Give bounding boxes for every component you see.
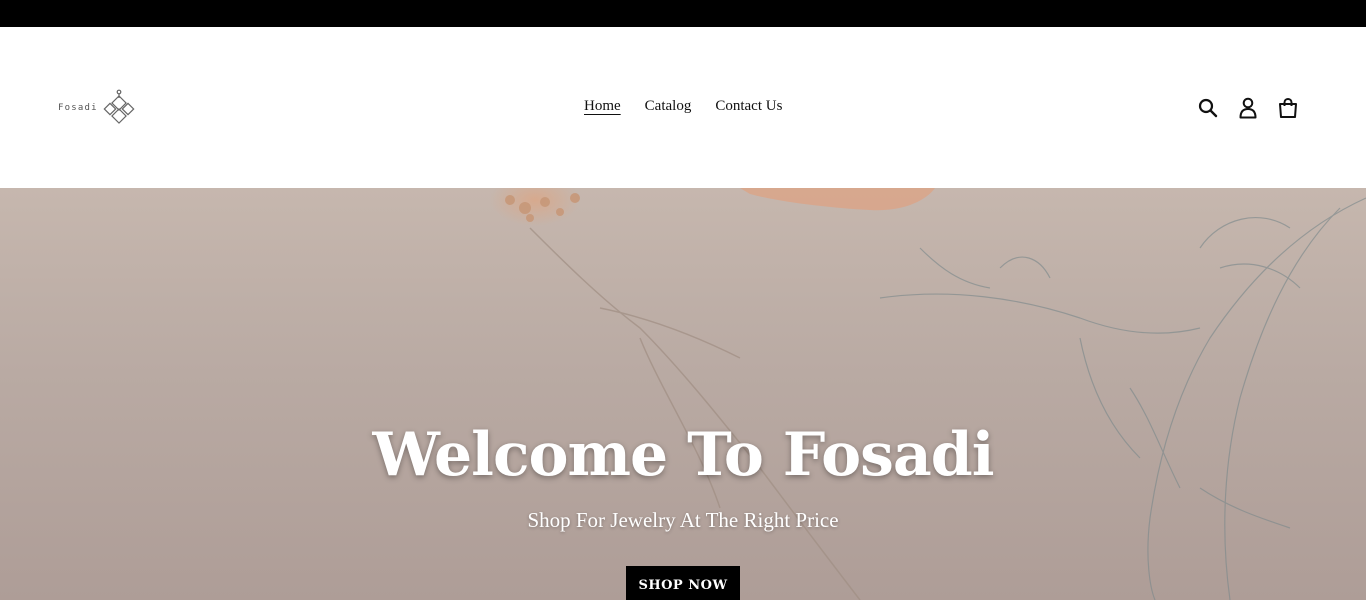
hero-banner: Welcome To Fosadi Shop For Jewelry At Th… bbox=[0, 188, 1366, 600]
search-icon[interactable] bbox=[1196, 96, 1220, 120]
site-logo[interactable]: Fosadi bbox=[58, 89, 138, 127]
hero-subtitle: Shop For Jewelry At The Right Price bbox=[527, 508, 839, 532]
shop-now-button[interactable]: SHOP NOW bbox=[626, 566, 740, 600]
announcement-bar bbox=[0, 0, 1366, 27]
site-header: Fosadi Home Catalog Contact Us bbox=[0, 27, 1366, 188]
hero-title: Welcome To Fosadi bbox=[372, 420, 995, 490]
main-nav: Home Catalog Contact Us bbox=[584, 98, 782, 115]
nav-contact-us[interactable]: Contact Us bbox=[715, 98, 782, 115]
hero-background-image bbox=[490, 188, 1366, 600]
nav-catalog[interactable]: Catalog bbox=[645, 98, 692, 115]
cart-icon[interactable] bbox=[1276, 96, 1300, 120]
account-icon[interactable] bbox=[1236, 96, 1260, 120]
logo-text: Fosadi bbox=[58, 103, 98, 113]
header-actions bbox=[1196, 96, 1300, 120]
logo-mark-icon bbox=[103, 89, 135, 124]
nav-home[interactable]: Home bbox=[584, 98, 621, 115]
